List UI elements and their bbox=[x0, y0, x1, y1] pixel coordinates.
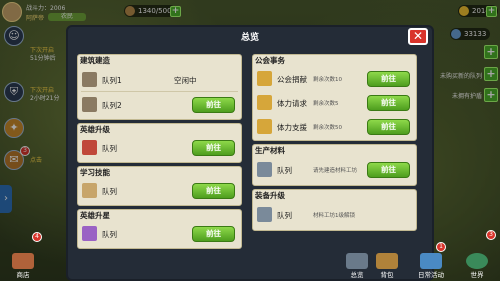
support-remaining: 剩余次数50 bbox=[313, 125, 342, 131]
hero-upgrade-card: 英雄升级 队列 前往 bbox=[77, 123, 242, 163]
queue-label: 队列2 bbox=[102, 101, 122, 110]
hero-potion-icon bbox=[82, 140, 97, 155]
stamina-request-icon bbox=[257, 95, 272, 110]
world-button[interactable]: 世界 bbox=[456, 253, 498, 279]
close-button[interactable]: ✕ bbox=[408, 28, 428, 45]
queue-label: 队列 bbox=[102, 230, 117, 239]
hero-upgrade-row: 队列 前往 bbox=[78, 138, 241, 158]
go-button[interactable]: 前往 bbox=[192, 226, 235, 242]
queue-label: 队列 bbox=[102, 187, 117, 196]
star-gem-icon bbox=[82, 226, 97, 241]
production-header: 生产材料 bbox=[255, 146, 285, 155]
overview-dialog: 总览 ✕ 建筑建造 队列1 空闲中 队列2 前往 英雄升级 队列 前往 学习技能… bbox=[66, 25, 434, 281]
daily-badge: 1 bbox=[436, 242, 446, 252]
donate-remaining: 剩余次数10 bbox=[313, 77, 342, 83]
equipment-row: 队列 材料工坊1级解锁 bbox=[253, 205, 416, 225]
anvil-icon bbox=[257, 207, 272, 222]
equipment-card: 装备升级 队列 材料工坊1级解锁 bbox=[252, 189, 417, 231]
equipment-header: 装备升级 bbox=[255, 191, 285, 200]
dialog-title: 总览 bbox=[240, 33, 259, 43]
queue-label: 队列 bbox=[102, 144, 117, 153]
coin-bag-icon bbox=[257, 71, 272, 86]
alliance-card: 公会事务 公会捐献 剩余次数10 前往 体力请求 剩余次数5 前往 体力支援 剩… bbox=[252, 54, 417, 141]
go-button[interactable]: 前往 bbox=[192, 140, 235, 156]
request-remaining: 剩余次数5 bbox=[313, 101, 339, 107]
go-button[interactable]: 前往 bbox=[367, 95, 410, 111]
shop-button[interactable]: 商店 bbox=[2, 253, 44, 279]
production-card: 生产材料 队列 请先建造材料工坊 前往 bbox=[252, 144, 417, 186]
shop-badge: 4 bbox=[32, 232, 42, 242]
overview-icon bbox=[346, 253, 368, 269]
building-row-2: 队列2 前往 bbox=[78, 95, 241, 115]
building-header: 建筑建造 bbox=[80, 56, 110, 65]
queue-label: 队列 bbox=[277, 166, 292, 175]
hero-star-card: 英雄升星 队列 前往 bbox=[77, 209, 242, 249]
left-column: 建筑建造 队列1 空闲中 队列2 前往 英雄升级 队列 前往 学习技能 队列 前… bbox=[77, 54, 242, 252]
support-label: 体力支援 bbox=[277, 123, 307, 132]
donate-label: 公会捐献 bbox=[277, 75, 307, 84]
go-button[interactable]: 前往 bbox=[192, 97, 235, 113]
go-button[interactable]: 前往 bbox=[367, 71, 410, 87]
world-badge: 3 bbox=[486, 230, 496, 240]
workshop-icon bbox=[257, 162, 272, 177]
hero-star-row: 队列 前往 bbox=[78, 224, 241, 244]
alliance-row-support: 体力支援 剩余次数50 前往 bbox=[253, 117, 416, 137]
bag-icon bbox=[376, 253, 398, 269]
daily-button[interactable]: 日常活动 bbox=[410, 253, 452, 279]
hammer-icon bbox=[82, 97, 97, 112]
right-column: 公会事务 公会捐献 剩余次数10 前往 体力请求 剩余次数5 前往 体力支援 剩… bbox=[252, 54, 417, 234]
divider bbox=[81, 91, 238, 92]
queue-status: 空闲中 bbox=[174, 76, 197, 85]
alliance-row-request: 体力请求 剩余次数5 前往 bbox=[253, 93, 416, 113]
bag-label: 背包 bbox=[380, 271, 394, 279]
building-row-1: 队列1 空闲中 bbox=[78, 70, 241, 90]
skill-card: 学习技能 队列 前往 bbox=[77, 166, 242, 206]
hero-star-header: 英雄升星 bbox=[80, 211, 110, 220]
calendar-icon bbox=[420, 253, 442, 269]
hero-upgrade-header: 英雄升级 bbox=[80, 125, 110, 134]
skill-row: 队列 前往 bbox=[78, 181, 241, 201]
bag-button[interactable]: 背包 bbox=[366, 253, 408, 279]
shop-icon bbox=[12, 253, 34, 269]
go-button[interactable]: 前往 bbox=[367, 119, 410, 135]
shop-label: 商店 bbox=[16, 271, 30, 279]
queue-label: 队列 bbox=[277, 211, 292, 220]
alliance-row-donate: 公会捐献 剩余次数10 前往 bbox=[253, 69, 416, 89]
stamina-support-icon bbox=[257, 119, 272, 134]
equipment-note: 材料工坊1级解锁 bbox=[313, 213, 355, 219]
go-button[interactable]: 前往 bbox=[367, 162, 410, 178]
production-note: 请先建造材料工坊 bbox=[313, 168, 358, 174]
close-icon: ✕ bbox=[412, 29, 424, 43]
alliance-header: 公会事务 bbox=[255, 56, 285, 65]
book-icon bbox=[82, 183, 97, 198]
hammer-icon bbox=[82, 72, 97, 87]
globe-icon bbox=[466, 253, 488, 269]
queue-label: 队列1 bbox=[102, 76, 122, 85]
world-label: 世界 bbox=[470, 271, 484, 279]
daily-label: 日常活动 bbox=[418, 271, 444, 279]
go-button[interactable]: 前往 bbox=[192, 183, 235, 199]
production-row: 队列 请先建造材料工坊 前往 bbox=[253, 160, 416, 180]
building-card: 建筑建造 队列1 空闲中 队列2 前往 bbox=[77, 54, 242, 120]
skill-header: 学习技能 bbox=[80, 168, 110, 177]
request-label: 体力请求 bbox=[277, 99, 307, 108]
